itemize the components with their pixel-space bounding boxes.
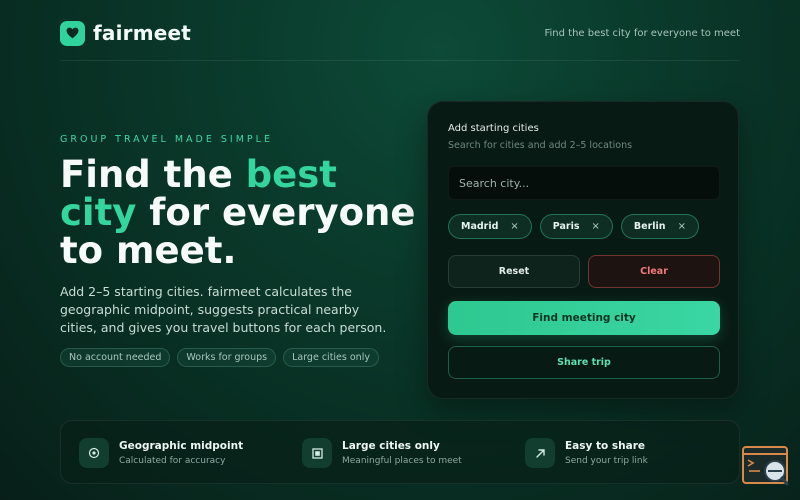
close-icon[interactable]: × bbox=[592, 221, 600, 232]
heart-icon bbox=[60, 20, 85, 46]
city-search-input[interactable]: Search city... bbox=[448, 166, 720, 200]
feature-share: Easy to share Send your trip link bbox=[525, 438, 648, 468]
feature-title: Large cities only bbox=[342, 440, 440, 452]
feature-subtitle: Calculated for accuracy bbox=[119, 456, 226, 466]
close-icon[interactable]: × bbox=[678, 221, 686, 232]
city-tag-label: Madrid bbox=[461, 221, 499, 232]
feature-strip: Geographic midpoint Calculated for accur… bbox=[60, 420, 740, 484]
reset-button[interactable]: Reset bbox=[448, 255, 580, 288]
share-trip-button[interactable]: Share trip bbox=[448, 346, 720, 379]
arrow-up-right-icon bbox=[525, 438, 555, 468]
chip-groups: Works for groups bbox=[177, 348, 277, 367]
city-tag-berlin: Berlin × bbox=[620, 214, 699, 239]
feature-midpoint: Geographic midpoint Calculated for accur… bbox=[79, 438, 243, 468]
feature-title: Easy to share bbox=[565, 440, 646, 452]
card-actions: Reset Clear bbox=[448, 255, 720, 288]
city-tag-paris: Paris × bbox=[539, 214, 613, 239]
clear-button[interactable]: Clear bbox=[588, 255, 720, 288]
hero-description: Add 2–5 starting cities. fairmeet calcul… bbox=[60, 284, 387, 335]
target-icon bbox=[79, 438, 109, 468]
header: fairmeet Find the best city for everyone… bbox=[60, 18, 740, 48]
feature-large-cities: Large cities only Meaningful places to m… bbox=[302, 438, 462, 468]
brand-name: fairmeet bbox=[93, 21, 192, 45]
brand[interactable]: fairmeet bbox=[60, 20, 192, 46]
card-subtitle: Search for cities and add 2–5 locations bbox=[448, 140, 633, 151]
headline-part: Find the bbox=[60, 153, 246, 196]
building-icon bbox=[302, 438, 332, 468]
header-divider bbox=[60, 60, 740, 61]
feature-subtitle: Meaningful places to meet bbox=[342, 456, 462, 466]
close-icon[interactable]: × bbox=[510, 221, 518, 232]
search-browser-icon[interactable] bbox=[742, 446, 789, 486]
find-meeting-city-button[interactable]: Find meeting city bbox=[448, 301, 720, 335]
feature-subtitle: Send your trip link bbox=[565, 456, 648, 466]
city-input-card: Add starting cities Search for cities an… bbox=[427, 101, 739, 399]
hero-eyebrow: GROUP TRAVEL MADE SIMPLE bbox=[60, 134, 273, 145]
city-tag-label: Paris bbox=[552, 221, 580, 232]
hero-headline: Find the best city for everyone to meet. bbox=[60, 156, 440, 270]
feature-title: Geographic midpoint bbox=[119, 440, 244, 452]
chip-large-cities: Large cities only bbox=[283, 348, 379, 367]
hero-chips: No account needed Works for groups Large… bbox=[60, 348, 379, 367]
city-tag-label: Berlin bbox=[633, 221, 666, 232]
headline-accent: best bbox=[245, 153, 337, 196]
headline-accent: city bbox=[60, 191, 137, 234]
chip-no-account: No account needed bbox=[60, 348, 171, 367]
selected-cities: Madrid × Paris × Berlin × bbox=[448, 214, 699, 239]
city-tag-madrid: Madrid × bbox=[448, 214, 532, 239]
card-title: Add starting cities bbox=[448, 123, 539, 134]
header-tagline: Find the best city for everyone to meet bbox=[544, 27, 740, 39]
